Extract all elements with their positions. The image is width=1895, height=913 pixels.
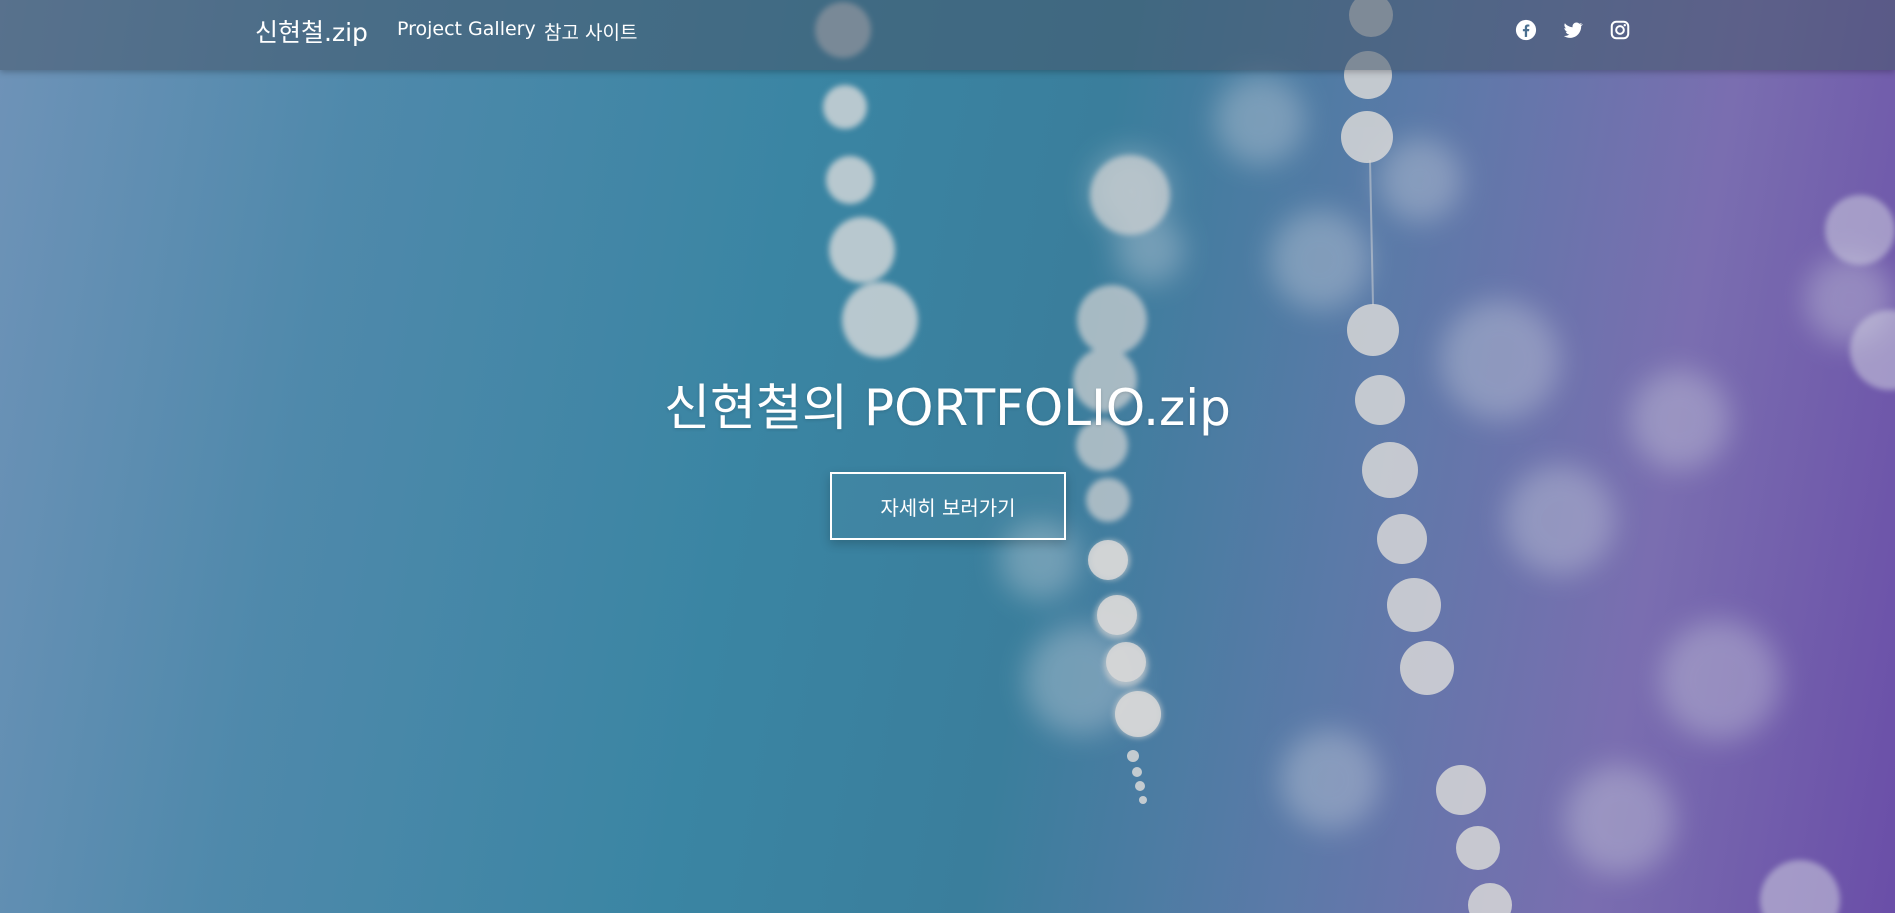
background-bokeh-image [0,0,1895,913]
nav-project-gallery-link[interactable]: Project Gallery [397,18,536,40]
nav-reference-sites-link[interactable]: 참고 사이트 [544,18,637,45]
top-navbar: 신현철.zip Project Gallery 참고 사이트 [0,0,1895,70]
instagram-icon[interactable] [1608,18,1632,42]
view-details-button[interactable]: 자세히 보러가기 [830,472,1066,540]
twitter-icon[interactable] [1561,18,1585,42]
hero-section: 신현철.zip Project Gallery 참고 사이트 신현철의 PORT… [0,0,1895,913]
facebook-icon[interactable] [1514,18,1538,42]
brand-logo-link[interactable]: 신현철.zip [255,13,368,49]
hero-title: 신현철의 PORTFOLIO.zip [664,379,1231,437]
